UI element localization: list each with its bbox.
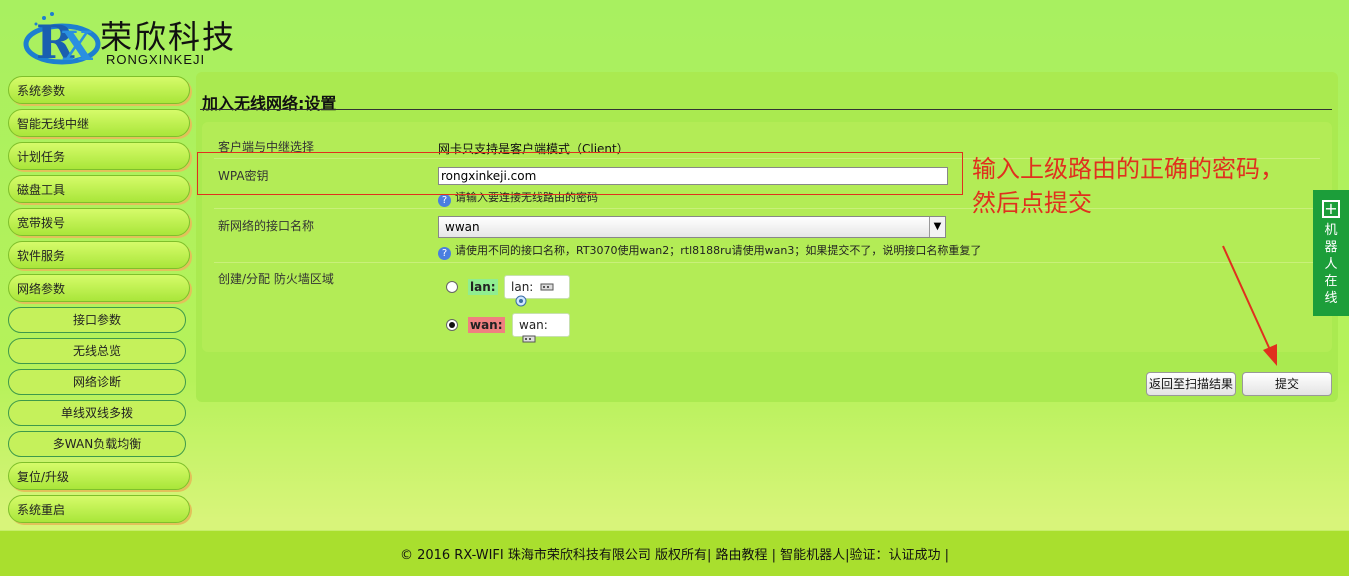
robot-tab-label: 机器人在线 [1324,223,1338,306]
sidebar-item-reset-upgrade[interactable]: 复位/升级 [8,462,190,490]
chevron-down-icon[interactable]: ▼ [929,217,945,237]
sidebar-item-broadband-dial[interactable]: 宽带拨号 [8,208,190,236]
iface-hint: ? 请使用不同的接口名称，RT3070使用wan2；rtl8188ru请使用wan… [438,242,981,260]
zone-label: 创建/分配 防火墙区域 [218,272,334,286]
wireless-icon [515,295,527,307]
sidebar-item-software-services[interactable]: 软件服务 [8,241,190,269]
sidebar-item-disk-tools[interactable]: 磁盘工具 [8,175,190,203]
annotation-highlight-box [197,152,963,195]
sidebar-subitem-multiwan-balance[interactable]: 多WAN负载均衡 [8,431,186,457]
zone-wan-card-label: wan: [519,318,548,332]
zone-wan-card: wan: [512,313,570,343]
help-icon: ? [438,247,451,260]
sidebar-item-network-params[interactable]: 网络参数 [8,274,190,302]
plus-icon: + [1322,200,1340,218]
submit-button[interactable]: 提交 [1242,372,1332,396]
footer-text: © 2016 RX-WIFI 珠海市荣欣科技有限公司 版权所有| 路由教程 | … [399,548,950,563]
sidebar-subitem-wireless-overview[interactable]: 无线总览 [8,338,186,364]
network-switch-icon [522,335,536,343]
robot-online-tab[interactable]: + 机器人在线 [1313,190,1349,316]
footer: © 2016 RX-WIFI 珠海市荣欣科技有限公司 版权所有| 路由教程 | … [0,530,1349,576]
main-panel: 加入无线网络:设置 客户端与中继选择 网卡只支持是客户端模式（Client） W… [196,72,1338,402]
svg-text:X: X [62,23,93,68]
sidebar-subitem-multi-dial[interactable]: 单线双线多拨 [8,400,186,426]
annotation-line-1: 输入上级路由的正确的密码， [972,155,1284,183]
zone-wan-radio[interactable] [446,319,458,331]
zone-lan-radio[interactable] [446,281,458,293]
zone-lan-tag: lan: [468,279,498,295]
help-icon: ? [438,194,451,207]
iface-label: 新网络的接口名称 [218,219,315,233]
iface-selected-value: wwan [445,220,480,234]
annotation-text: 输入上级路由的正确的密码， 然后点提交 [972,152,1284,220]
sidebar-subitem-interface-params[interactable]: 接口参数 [8,307,186,333]
zone-wan-tag: wan: [468,317,505,333]
sidebar-item-scheduled-tasks[interactable]: 计划任务 [8,142,190,170]
sidebar-item-system-reboot[interactable]: 系统重启 [8,495,190,523]
logo-icon: R X [23,12,101,68]
sidebar-nav: 系统参数 智能无线中继 计划任务 磁盘工具 宽带拨号 软件服务 网络参数 接口参… [8,76,190,528]
page-title: 加入无线网络:设置 [202,94,337,113]
row-divider [214,262,1320,263]
logo-text-en: RONGXINKEJI [106,52,206,67]
back-to-scan-button[interactable]: 返回至扫描结果 [1146,372,1236,396]
zone-lan-card: lan: [504,275,570,307]
sidebar-item-system-params[interactable]: 系统参数 [8,76,190,104]
sidebar-item-smart-repeater[interactable]: 智能无线中继 [8,109,190,137]
title-divider [200,109,1332,110]
annotation-arrow-icon [1222,245,1277,366]
network-switch-icon [540,283,554,291]
iface-hint-text: 请使用不同的接口名称，RT3070使用wan2；rtl8188ru请使用wan3… [455,244,982,257]
sidebar-subitem-network-diagnostics[interactable]: 网络诊断 [8,369,186,395]
zone-lan-card-label: lan: [511,280,534,294]
annotation-line-2: 然后点提交 [972,189,1092,217]
header: R X 荣欣科技 RONGXINKEJI [0,0,1349,72]
iface-name-select[interactable]: wwan ▼ [438,216,946,238]
